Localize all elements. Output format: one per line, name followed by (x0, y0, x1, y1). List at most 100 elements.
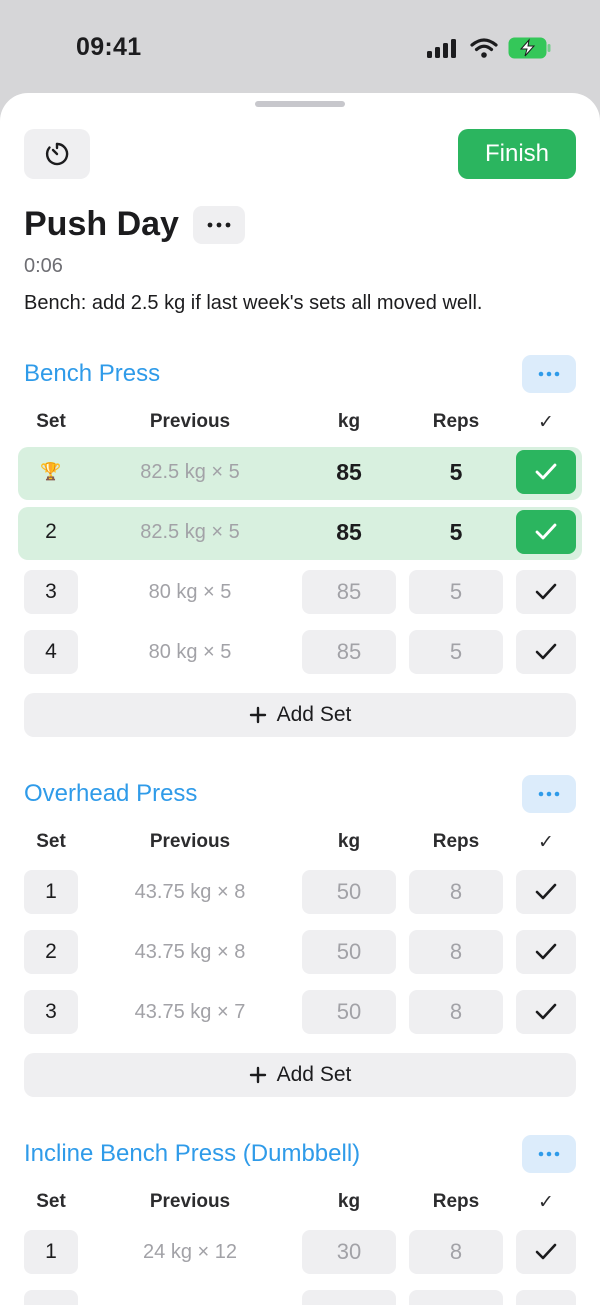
plus-icon (249, 1066, 266, 1084)
reps-input[interactable]: 8 (409, 990, 503, 1034)
reps-input[interactable]: 8 (409, 930, 503, 974)
col-previous: Previous (149, 831, 231, 852)
checkmark-icon (535, 643, 557, 660)
finish-button[interactable]: Finish (458, 129, 576, 179)
reps-input[interactable]: 8 (409, 870, 503, 914)
complete-set-button[interactable] (516, 450, 576, 494)
exercise-more-button[interactable] (522, 355, 576, 393)
reps-input[interactable]: 5 (409, 630, 503, 674)
previous-value[interactable]: 82.5 kg × 5 (100, 450, 280, 494)
col-reps: Reps (432, 1191, 480, 1212)
exercise-name[interactable]: Overhead Press (24, 780, 197, 808)
complete-set-button[interactable] (516, 990, 576, 1034)
weight-input[interactable]: 30 (302, 1230, 396, 1274)
workout-more-button[interactable] (192, 205, 245, 244)
plus-icon (249, 706, 266, 724)
complete-set-button[interactable] (516, 630, 576, 674)
exercise-name[interactable]: Bench Press (24, 360, 160, 388)
set-number[interactable]: 4 (24, 630, 78, 674)
wifi-icon (470, 38, 498, 58)
set-row: 1 43.75 kg × 8 50 8 (0, 865, 600, 925)
weight-input[interactable]: 85 (302, 630, 396, 674)
status-icons (426, 33, 552, 59)
weight-input[interactable]: 85 (302, 510, 396, 554)
weight-input[interactable]: 50 (302, 990, 396, 1034)
ellipsis-icon (207, 222, 231, 227)
rest-timer-button[interactable] (24, 129, 90, 179)
workout-sheet: Finish Push Day 0:06 Bench: add 2.5 kg i… (0, 93, 600, 1305)
complete-set-button[interactable] (516, 870, 576, 914)
set-row: 4 80 kg × 5 85 5 (0, 625, 600, 685)
col-previous: Previous (149, 1191, 231, 1212)
weight-input[interactable]: 85 (302, 570, 396, 614)
set-number[interactable]: 3 (24, 990, 78, 1034)
col-reps: Reps (432, 411, 480, 432)
weight-input[interactable]: 50 (302, 870, 396, 914)
reps-input[interactable]: 5 (409, 450, 503, 494)
add-set-button[interactable]: Add Set (24, 693, 576, 737)
personal-record-trophy-icon[interactable]: 🏆 (24, 450, 78, 494)
set-row (0, 1285, 600, 1305)
weight-input[interactable] (302, 1290, 396, 1305)
previous-value[interactable]: 24 kg × 12 (100, 1230, 280, 1274)
exercise-bench-press: Bench Press Set Previous kg Reps ✓ 🏆 82.… (0, 355, 600, 737)
previous-value[interactable]: 43.75 kg × 8 (100, 930, 280, 974)
complete-set-button[interactable] (516, 1290, 576, 1305)
complete-set-button[interactable] (516, 510, 576, 554)
signal-icon (427, 39, 456, 58)
previous-value[interactable]: 80 kg × 5 (100, 570, 280, 614)
checkmark-icon (535, 583, 557, 600)
workout-note[interactable]: Bench: add 2.5 kg if last week's sets al… (24, 292, 483, 315)
set-number[interactable]: 1 (24, 870, 78, 914)
set-number[interactable]: 1 (24, 1230, 78, 1274)
previous-value[interactable] (100, 1290, 280, 1305)
sheet-grabber[interactable] (255, 101, 345, 107)
previous-value[interactable]: 80 kg × 5 (100, 630, 280, 674)
set-row: 3 80 kg × 5 85 5 (0, 565, 600, 625)
col-kg: kg (337, 411, 361, 432)
exercise-more-button[interactable] (522, 1135, 576, 1173)
col-kg: kg (337, 1191, 361, 1212)
status-time: 09:41 (76, 33, 142, 61)
set-number[interactable]: 2 (24, 930, 78, 974)
timer-icon (45, 142, 69, 166)
column-headers: Set Previous kg Reps ✓ (0, 1175, 600, 1225)
weight-input[interactable]: 85 (302, 450, 396, 494)
complete-set-button[interactable] (516, 930, 576, 974)
previous-value[interactable]: 82.5 kg × 5 (100, 510, 280, 554)
weight-input[interactable]: 50 (302, 930, 396, 974)
complete-set-button[interactable] (516, 570, 576, 614)
checkmark-icon (535, 463, 557, 480)
previous-value[interactable]: 43.75 kg × 8 (100, 870, 280, 914)
col-set: Set (36, 1191, 66, 1212)
reps-input[interactable]: 5 (409, 510, 503, 554)
reps-input[interactable]: 8 (409, 1230, 503, 1274)
reps-input[interactable] (409, 1290, 503, 1305)
set-number[interactable]: 2 (24, 510, 78, 554)
col-check: ✓ (538, 832, 554, 853)
set-row: 2 82.5 kg × 5 85 5 (0, 505, 600, 565)
title-row: Push Day (24, 205, 245, 244)
exercise-more-button[interactable] (522, 775, 576, 813)
col-check: ✓ (538, 1192, 554, 1213)
previous-value[interactable]: 43.75 kg × 7 (100, 990, 280, 1034)
workout-title: Push Day (24, 205, 179, 243)
ellipsis-icon (538, 1151, 560, 1157)
set-row: 2 43.75 kg × 8 50 8 (0, 925, 600, 985)
exercise-name[interactable]: Incline Bench Press (Dumbbell) (24, 1140, 360, 1168)
col-check: ✓ (538, 412, 554, 433)
exercise-header: Overhead Press (0, 775, 600, 815)
add-set-label: Add Set (276, 1063, 352, 1086)
add-set-button[interactable]: Add Set (24, 1053, 576, 1097)
ellipsis-icon (538, 371, 560, 377)
set-row: 1 24 kg × 12 30 8 (0, 1225, 600, 1285)
battery-charging-icon (508, 37, 551, 59)
reps-input[interactable]: 5 (409, 570, 503, 614)
exercise-overhead-press: Overhead Press Set Previous kg Reps ✓ 1 … (0, 775, 600, 1097)
complete-set-button[interactable] (516, 1230, 576, 1274)
col-set: Set (36, 411, 66, 432)
set-number[interactable] (24, 1290, 78, 1305)
exercise-incline-bench-press: Incline Bench Press (Dumbbell) Set Previ… (0, 1135, 600, 1305)
checkmark-icon (535, 1003, 557, 1020)
set-number[interactable]: 3 (24, 570, 78, 614)
